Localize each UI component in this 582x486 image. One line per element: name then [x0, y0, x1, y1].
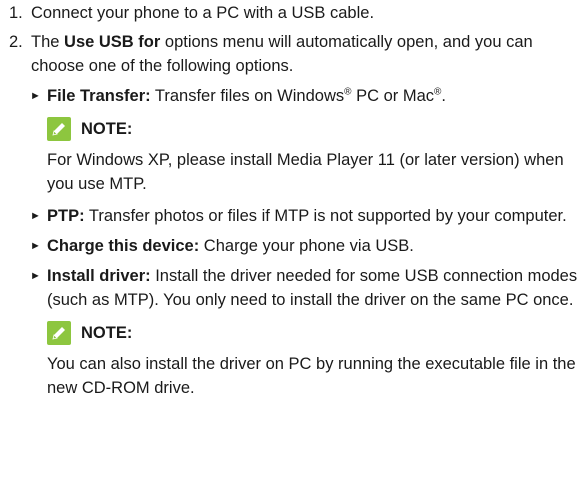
option-ptp: ► PTP: Transfer photos or files if MTP i… [0, 204, 582, 228]
note-label: NOTE: [81, 120, 133, 138]
option-text: Charge your phone via USB. [199, 237, 414, 255]
menu-name: Use USB for [64, 33, 161, 51]
option-charge: ► Charge this device: Charge your phone … [0, 234, 582, 258]
step-1: 1. Connect your phone to a PC with a USB… [0, 1, 582, 25]
note-heading: NOTE: [47, 114, 582, 144]
note-driver: NOTE: You can also install the driver on… [0, 318, 582, 400]
pencil-icon [47, 321, 71, 345]
step-number: 2. [9, 33, 23, 51]
usb-options-list: ► File Transfer: Transfer files on Windo… [0, 84, 582, 400]
option-text: Transfer photos or files if MTP is not s… [84, 207, 567, 225]
document-page: 1. Connect your phone to a PC with a USB… [0, 0, 582, 408]
option-file-transfer: ► File Transfer: Transfer files on Windo… [0, 84, 582, 108]
step-2: 2. The Use USB for options menu will aut… [0, 30, 582, 78]
note-heading: NOTE: [47, 318, 582, 348]
note-mtp: NOTE: For Windows XP, please install Med… [0, 114, 582, 196]
note-text: You can also install the driver on PC by… [47, 355, 576, 397]
note-text: For Windows XP, please install Media Pla… [47, 151, 564, 193]
option-label: Install driver: [47, 267, 151, 285]
option-label: Charge this device: [47, 237, 200, 255]
step-text: Connect your phone to a PC with a USB ca… [31, 4, 375, 22]
step-number: 1. [9, 4, 23, 22]
bullet-arrow-icon: ► [30, 270, 41, 282]
option-text: . [441, 87, 446, 105]
option-install-driver: ► Install driver: Install the driver nee… [0, 264, 582, 312]
bullet-arrow-icon: ► [30, 90, 41, 102]
note-label: NOTE: [81, 324, 133, 342]
bullet-arrow-icon: ► [30, 210, 41, 222]
bullet-arrow-icon: ► [30, 240, 41, 252]
option-text: Transfer files on Windows [150, 87, 345, 105]
pencil-icon [47, 117, 71, 141]
option-label: PTP: [47, 207, 85, 225]
registered-mark: ® [344, 86, 352, 98]
option-text: PC or Mac [351, 87, 435, 105]
option-label: File Transfer: [47, 87, 151, 105]
step-text-pre: The [31, 33, 65, 51]
